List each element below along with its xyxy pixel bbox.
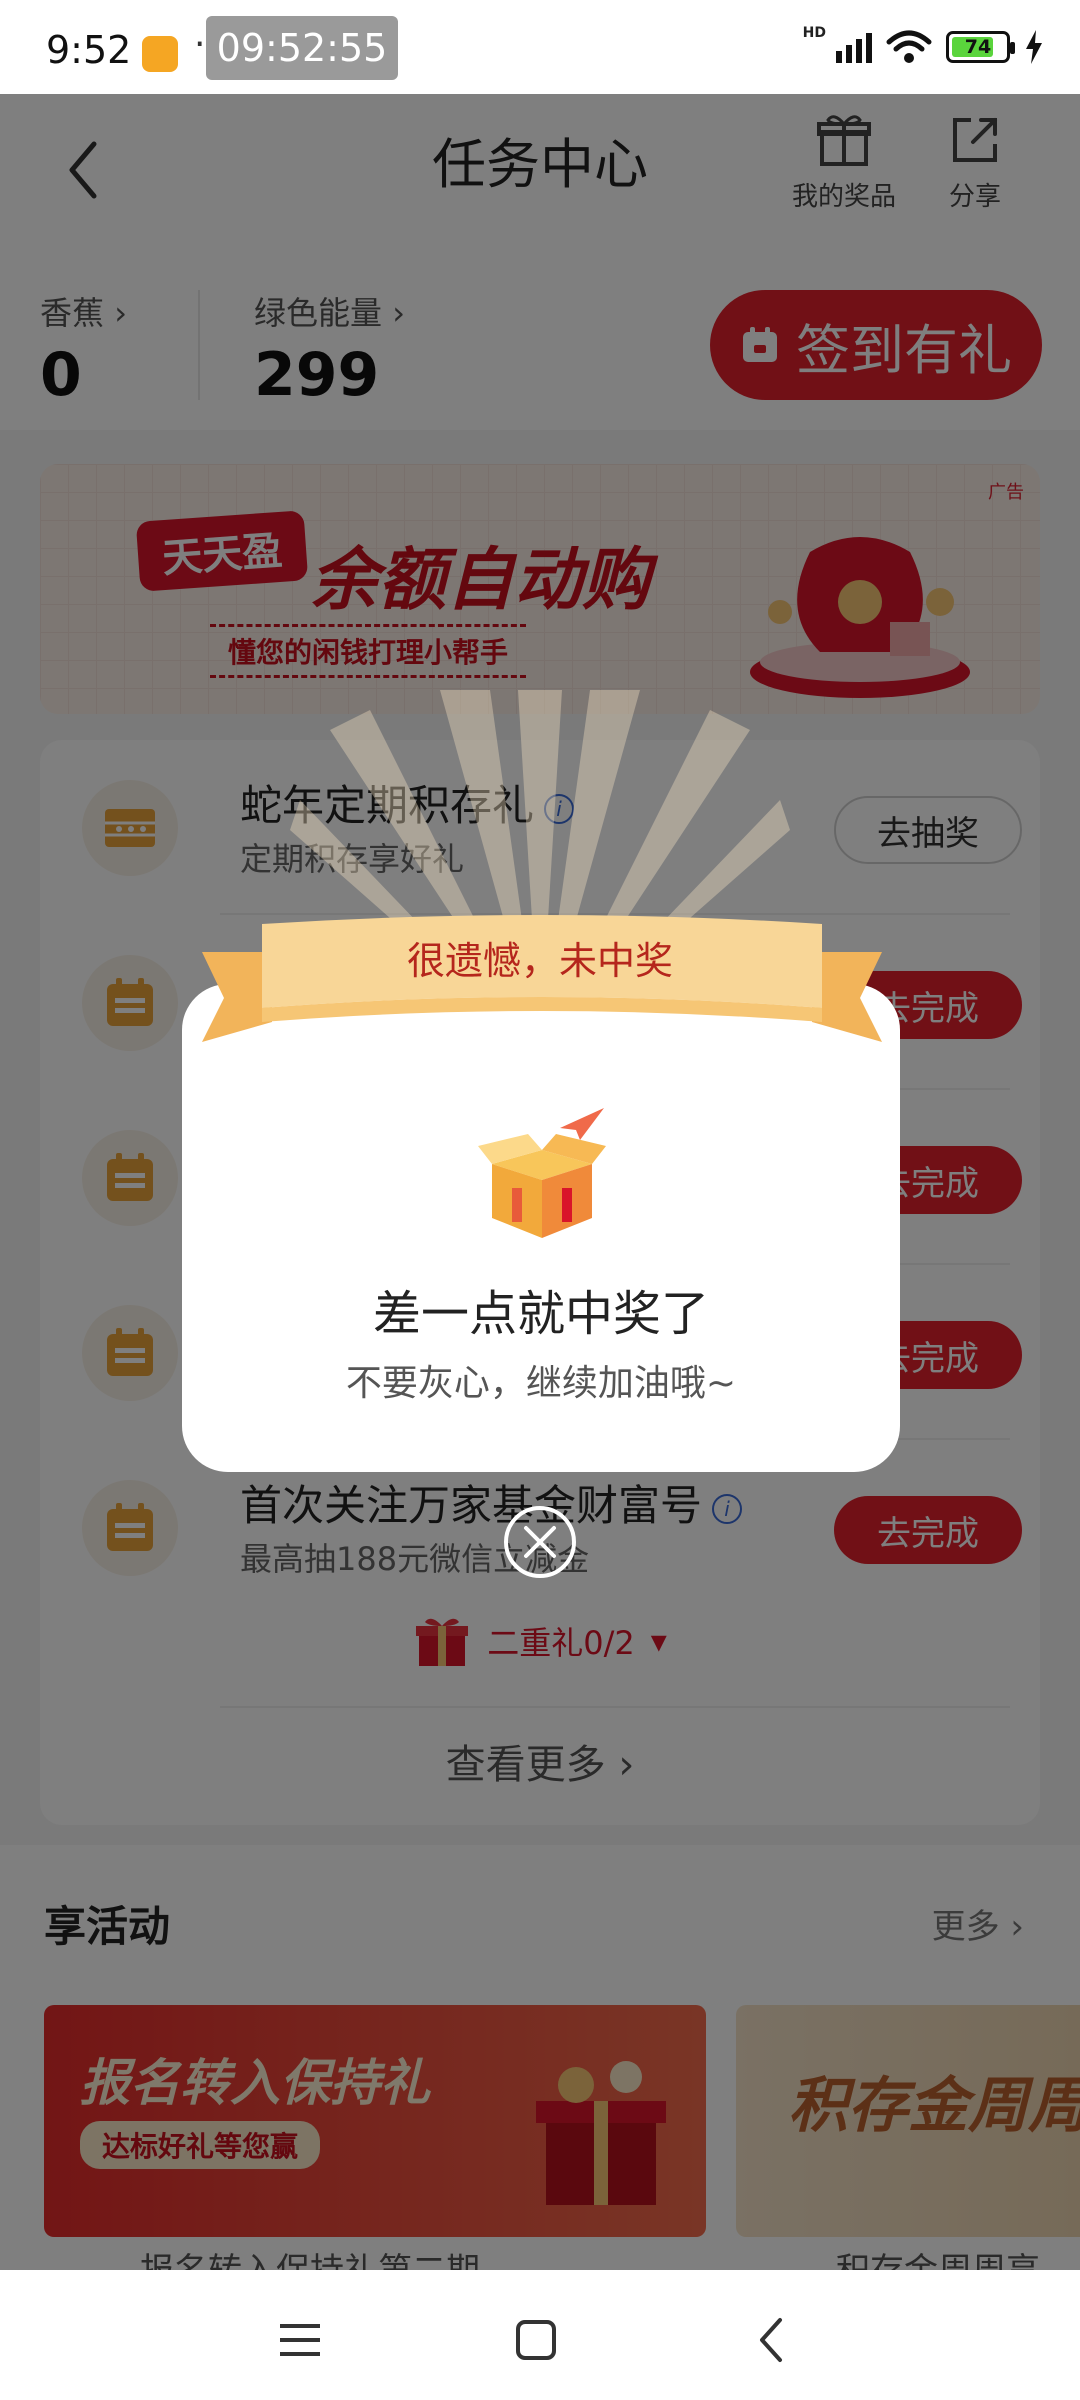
signal-icon (836, 31, 872, 63)
status-bar: 9:52 ·· 09:52:55 HD 74 (0, 0, 1080, 94)
dialog-title: 差一点就中奖了 (372, 1286, 709, 1342)
menu-icon[interactable] (270, 2310, 330, 2370)
status-time: 9:52 (46, 28, 132, 72)
notification-app-icon (142, 36, 178, 72)
wifi-icon (886, 30, 932, 63)
dialog-subtitle: 不要灰心，继续加油哦~ (345, 1363, 737, 1404)
battery-icon: 74 (946, 31, 1015, 63)
close-icon[interactable] (502, 1504, 578, 1580)
charging-icon (1026, 30, 1042, 64)
open-box-icon (478, 1108, 606, 1238)
battery-level: 74 (964, 36, 992, 58)
back-icon[interactable] (742, 2310, 802, 2370)
ribbon-text: 很遗憾，未中奖 (406, 939, 673, 983)
status-icons: HD 74 (803, 25, 1044, 64)
system-nav-bar (0, 2270, 1080, 2400)
hd-label: HD (802, 25, 826, 41)
home-icon[interactable] (506, 2310, 566, 2370)
clock-overlay: 09:52:55 (206, 16, 398, 80)
